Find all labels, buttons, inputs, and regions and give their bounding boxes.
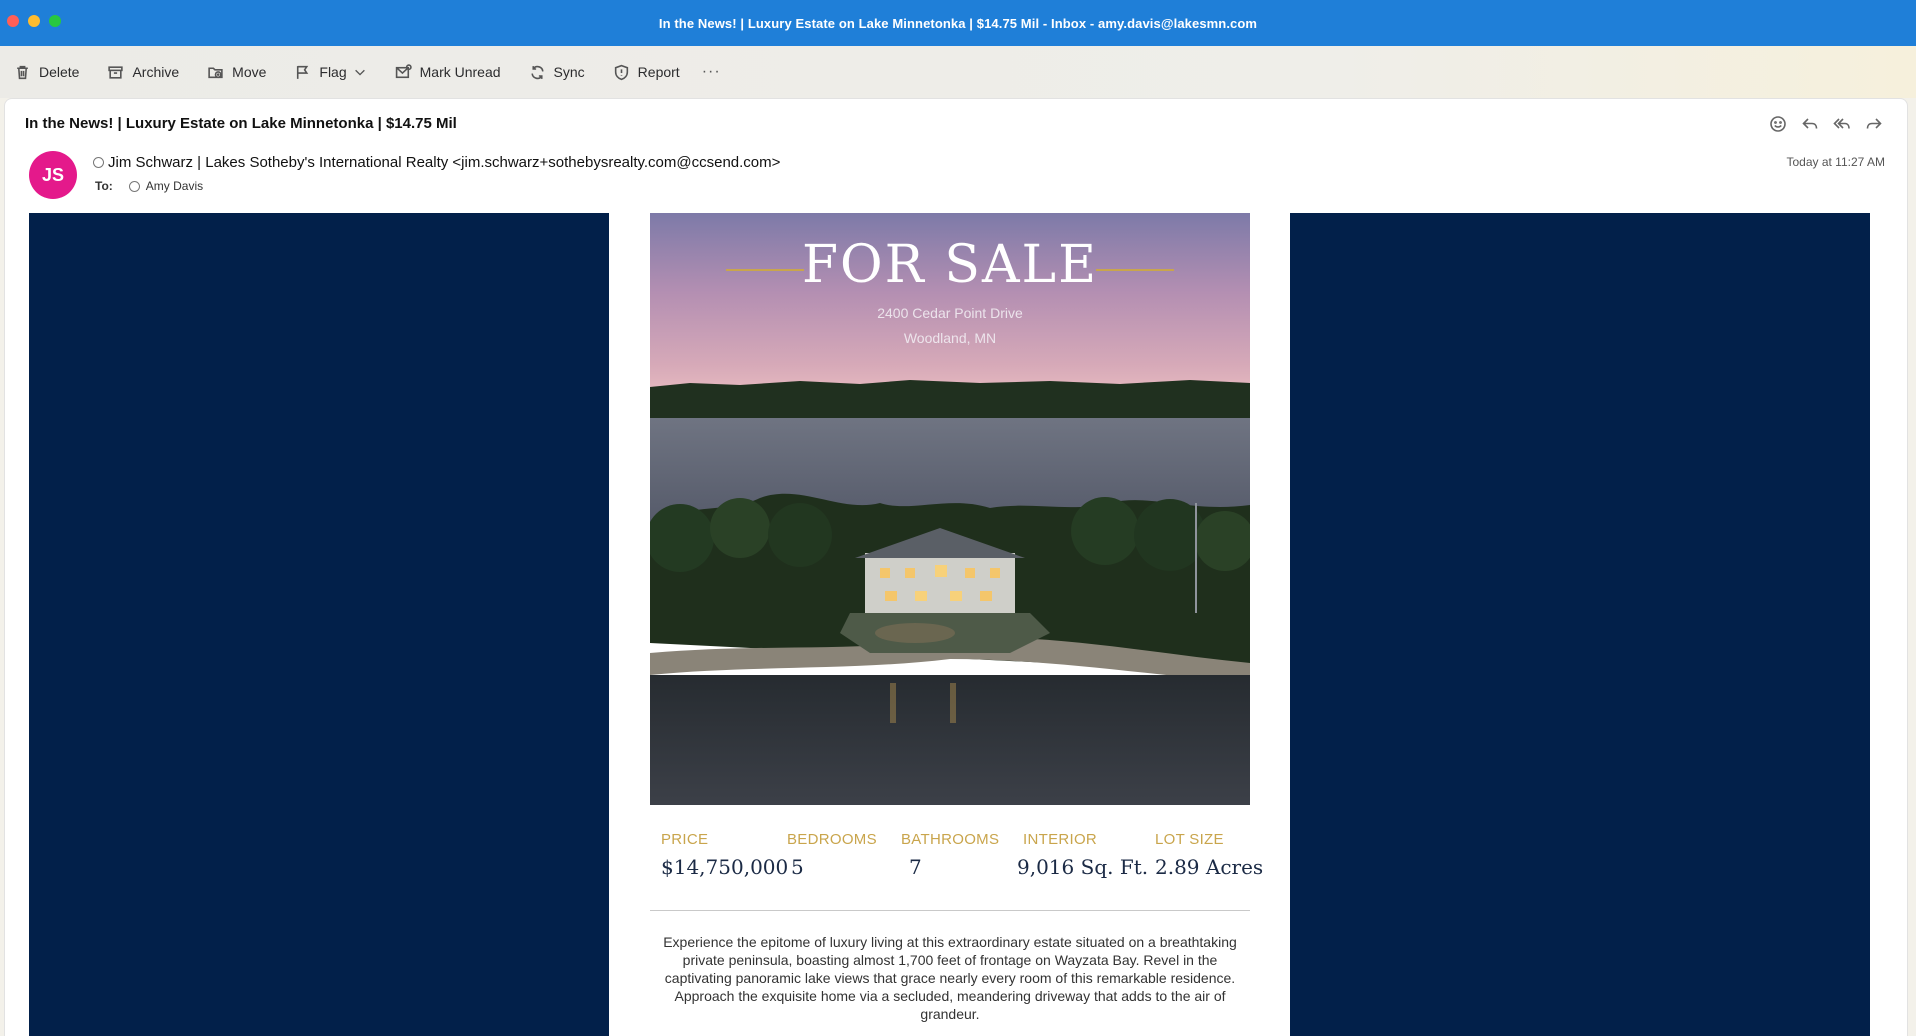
stat-value: 9,016 Sq. Ft. bbox=[1017, 855, 1149, 879]
flag-label: Flag bbox=[319, 64, 347, 80]
mark-unread-label: Mark Unread bbox=[419, 64, 501, 80]
move-label: Move bbox=[232, 64, 267, 80]
hero-title: FOR SALE bbox=[801, 235, 1099, 295]
reply-all-icon[interactable] bbox=[1833, 115, 1851, 133]
email-background-left bbox=[29, 213, 609, 1036]
stat-bedrooms: BEDROOMS 5 bbox=[787, 831, 877, 879]
forward-icon[interactable] bbox=[1865, 115, 1883, 133]
minimize-window-button[interactable] bbox=[28, 15, 40, 27]
stat-label: BEDROOMS bbox=[787, 831, 877, 848]
recipient-row: To: Amy Davis bbox=[95, 179, 203, 193]
archive-button[interactable]: Archive bbox=[107, 64, 179, 81]
archive-label: Archive bbox=[132, 64, 180, 80]
sender-row: Jim Schwarz | Lakes Sotheby's Internatio… bbox=[93, 154, 780, 171]
to-label: To: bbox=[95, 179, 113, 193]
stat-label: BATHROOMS bbox=[901, 831, 1000, 848]
toolbar: Delete Archive Move Flag Mark Unread Syn… bbox=[0, 46, 1916, 98]
stat-interior: INTERIOR 9,016 Sq. Ft. bbox=[1017, 831, 1148, 879]
message-timestamp: Today at 11:27 AM bbox=[1786, 155, 1885, 169]
window-title: In the News! | Luxury Estate on Lake Min… bbox=[658, 15, 1258, 31]
presence-icon bbox=[128, 180, 140, 192]
email-content: FOR SALE 2400 Cedar Point Drive Woodland… bbox=[650, 213, 1263, 1036]
hero-image[interactable]: FOR SALE 2400 Cedar Point Drive Woodland… bbox=[650, 213, 1250, 805]
close-window-button[interactable] bbox=[7, 15, 19, 27]
email-background-right bbox=[1290, 213, 1870, 1036]
avatar: JS bbox=[29, 151, 77, 199]
delete-button[interactable]: Delete bbox=[14, 64, 79, 81]
sender-name[interactable]: Jim Schwarz | Lakes Sotheby's Internatio… bbox=[108, 154, 780, 171]
reply-icon[interactable] bbox=[1801, 115, 1819, 133]
stat-label: LOT SIZE bbox=[1155, 831, 1224, 848]
report-button[interactable]: Report bbox=[613, 64, 680, 81]
chevron-down-icon bbox=[354, 69, 365, 76]
stat-value: 7 bbox=[909, 855, 922, 879]
report-label: Report bbox=[637, 64, 680, 80]
message-actions bbox=[1769, 115, 1883, 133]
more-options-button[interactable]: ··· bbox=[702, 63, 721, 81]
lake-estate-photo bbox=[650, 213, 1250, 805]
stat-label: PRICE bbox=[661, 831, 709, 848]
message-panel: In the News! | Luxury Estate on Lake Min… bbox=[4, 98, 1908, 1036]
stat-lot-size: LOT SIZE 2.89 Acres bbox=[1155, 831, 1263, 879]
flag-button[interactable]: Flag bbox=[294, 64, 347, 81]
sync-button[interactable]: Sync bbox=[529, 64, 585, 81]
property-city: Woodland, MN bbox=[903, 330, 997, 346]
envelope-icon bbox=[395, 63, 412, 78]
delete-label: Delete bbox=[39, 64, 80, 80]
move-button[interactable]: Move bbox=[207, 64, 266, 81]
shield-icon bbox=[614, 64, 628, 80]
property-stats: PRICE $14,750,000 BEDROOMS 5 BATHROOMS 7… bbox=[650, 831, 1263, 891]
stat-label: INTERIOR bbox=[1023, 831, 1098, 848]
stat-bathrooms: BATHROOMS 7 bbox=[901, 831, 999, 879]
sync-icon bbox=[530, 65, 544, 79]
trash-icon bbox=[17, 65, 28, 79]
smiley-icon[interactable] bbox=[1769, 115, 1787, 133]
sync-label: Sync bbox=[553, 64, 585, 80]
recipient-name[interactable]: Amy Davis bbox=[146, 179, 203, 193]
message-subject: In the News! | Luxury Estate on Lake Min… bbox=[25, 115, 457, 132]
stat-value: 2.89 Acres bbox=[1155, 855, 1264, 879]
folder-move-icon bbox=[208, 66, 223, 78]
title-bar: In the News! | Luxury Estate on Lake Min… bbox=[0, 0, 1916, 46]
zoom-window-button[interactable] bbox=[49, 15, 61, 27]
window-controls bbox=[7, 15, 61, 27]
mark-unread-button[interactable]: Mark Unread bbox=[395, 63, 501, 81]
property-description: Experience the epitome of luxury living … bbox=[663, 934, 1237, 1022]
property-address: 2400 Cedar Point Drive bbox=[877, 305, 1023, 321]
flag-options-button[interactable] bbox=[353, 65, 367, 79]
stat-value: $14,750,000 bbox=[661, 855, 789, 879]
archive-icon bbox=[108, 65, 124, 79]
stat-value: 5 bbox=[791, 855, 804, 879]
section-divider bbox=[650, 910, 1250, 911]
flag-icon bbox=[297, 65, 309, 79]
stat-price: PRICE $14,750,000 bbox=[661, 831, 788, 879]
presence-icon bbox=[93, 157, 104, 168]
